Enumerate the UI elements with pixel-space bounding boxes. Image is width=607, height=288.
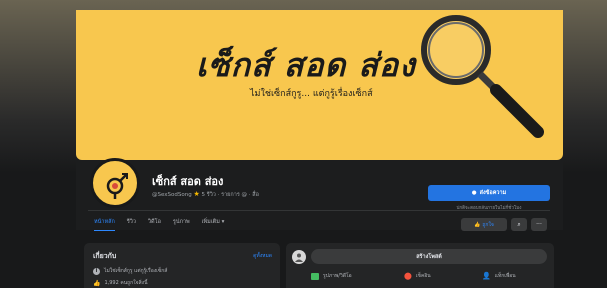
like-label: ถูกใจ bbox=[482, 221, 494, 228]
intro-card: เกี่ยวกับ ดูทั้งหมด i ไม่ใช่เซ็กส์กูรู แ… bbox=[84, 243, 280, 288]
intro-title: เกี่ยวกับ bbox=[93, 252, 117, 260]
browser-frame: เซ็กส์ สอด ส่อง ไม่ใช่เซ็กส์กูรู... แต่ก… bbox=[0, 0, 607, 288]
page-title: เซ็กส์ สอด ส่อง bbox=[152, 175, 224, 188]
tab-reviews[interactable]: รีวิว bbox=[127, 218, 136, 231]
photo-icon bbox=[311, 272, 319, 280]
tag-people-label: แท็กเพื่อน bbox=[494, 273, 516, 279]
check-in-button[interactable]: ⬤ เช็คอิน bbox=[404, 272, 431, 280]
messenger-icon: ● bbox=[471, 190, 477, 196]
more-icon: ··· bbox=[536, 221, 542, 228]
composer-avatar[interactable] bbox=[292, 250, 306, 264]
more-options-button[interactable]: ··· bbox=[531, 218, 547, 231]
like-icon: 👍 bbox=[93, 279, 101, 287]
page-tabs: หน้าหลัก รีวิว วิดีโอ รูปภาพ เพิ่มเติม ▾ bbox=[94, 218, 224, 231]
tab-actions: 👍 ถูกใจ ⌕ ··· bbox=[461, 218, 547, 231]
tag-people-button[interactable]: 👤 แท็กเพื่อน bbox=[482, 272, 516, 280]
gender-symbol-icon bbox=[106, 173, 128, 199]
intro-row: i ไม่ใช่เซ็กส์กูรู แต่กูรู้เรื่องเซ็กส์ bbox=[93, 267, 167, 275]
create-post-button[interactable]: สร้างโพสต์ bbox=[311, 249, 547, 264]
search-button[interactable]: ⌕ bbox=[511, 218, 527, 231]
star-icon: ★ bbox=[193, 190, 200, 198]
check-in-label: เช็คอิน bbox=[415, 273, 431, 279]
rating-text[interactable]: 5 รีวิว bbox=[202, 192, 216, 198]
tab-videos[interactable]: วิดีโอ bbox=[148, 218, 161, 231]
page-meta: @SexSodSong ★ 5 รีวิว · รายการ @ · สื่อ bbox=[152, 190, 259, 199]
post-composer: สร้างโพสต์ รูปภาพ/วิดีโอ ⬤ เช็คอิน 👤 แท็… bbox=[286, 243, 554, 288]
photo-video-label: รูปภาพ/วิดีโอ bbox=[323, 273, 352, 279]
search-icon: ⌕ bbox=[517, 220, 521, 228]
cover-photo[interactable]: เซ็กส์ สอด ส่อง ไม่ใช่เซ็กส์กูรู... แต่ก… bbox=[76, 10, 563, 160]
intro-row-text: ไม่ใช่เซ็กส์กูรู แต่กูรู้เรื่องเซ็กส์ bbox=[104, 268, 168, 274]
tab-home[interactable]: หน้าหลัก bbox=[94, 218, 115, 231]
send-message-button[interactable]: ● ส่งข้อความ bbox=[428, 185, 550, 201]
tab-photos[interactable]: รูปภาพ bbox=[173, 218, 190, 231]
thumbs-up-icon: 👍 bbox=[474, 221, 481, 228]
send-message-label: ส่งข้อความ bbox=[479, 190, 507, 196]
intro-row: 👍 1,992 คนถูกใจสิ่งนี้ bbox=[93, 279, 148, 287]
person-icon bbox=[295, 253, 303, 262]
magnifier-icon bbox=[421, 15, 544, 138]
page-handle: @SexSodSong bbox=[152, 192, 192, 198]
tab-more[interactable]: เพิ่มเติม ▾ bbox=[202, 218, 225, 231]
avatar[interactable] bbox=[90, 158, 140, 208]
info-icon: i bbox=[93, 267, 100, 275]
like-button[interactable]: 👍 ถูกใจ bbox=[461, 218, 507, 231]
intro-row-text: 1,992 คนถูกใจสิ่งนี้ bbox=[104, 280, 148, 286]
divider bbox=[88, 210, 550, 211]
meta-tail: · รายการ @ · สื่อ bbox=[217, 192, 259, 198]
location-icon: ⬤ bbox=[404, 272, 412, 280]
photo-video-button[interactable]: รูปภาพ/วิดีโอ bbox=[311, 272, 352, 280]
intro-see-all-link[interactable]: ดูทั้งหมด bbox=[253, 252, 272, 260]
tag-people-icon: 👤 bbox=[482, 272, 491, 280]
